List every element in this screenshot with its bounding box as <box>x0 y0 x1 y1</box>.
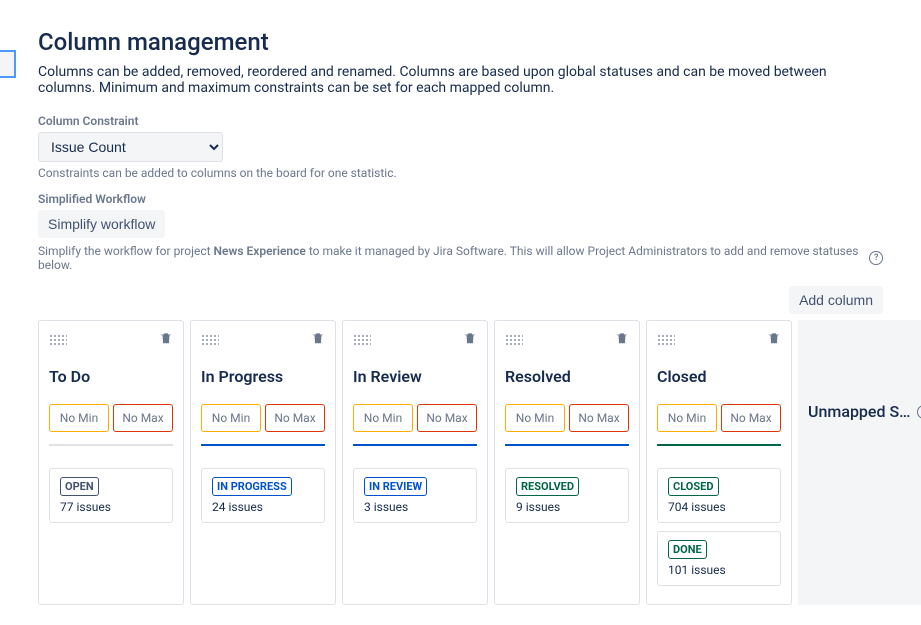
help-icon[interactable]: ? <box>869 251 883 265</box>
column-resolved[interactable]: Resolved No MinNo Max RESOLVED 9 issues <box>494 320 640 605</box>
delete-column-icon[interactable] <box>159 331 173 349</box>
min-constraint-input[interactable]: No Min <box>201 404 261 432</box>
issue-count: 77 issues <box>60 500 162 514</box>
unmapped-column: Unmapped S…? <box>798 320 921 605</box>
status-badge: IN PROGRESS <box>212 477 292 496</box>
constraint-select[interactable]: Issue Count <box>38 132 223 162</box>
drag-handle-icon[interactable] <box>353 334 371 347</box>
status-card[interactable]: DONE 101 issues <box>657 531 781 586</box>
issue-count: 9 issues <box>516 500 618 514</box>
drag-handle-icon[interactable] <box>201 334 219 347</box>
drag-handle-icon[interactable] <box>505 334 523 347</box>
issue-count: 24 issues <box>212 500 314 514</box>
selection-stub <box>0 50 16 78</box>
delete-column-icon[interactable] <box>463 331 477 349</box>
simplify-workflow-button[interactable]: Simplify workflow <box>38 210 165 238</box>
min-constraint-input[interactable]: No Min <box>49 404 109 432</box>
page-description: Columns can be added, removed, reordered… <box>38 64 878 96</box>
column-divider <box>353 444 477 446</box>
constraint-hint: Constraints can be added to columns on t… <box>38 166 883 180</box>
status-card[interactable]: RESOLVED 9 issues <box>505 468 629 523</box>
page-title: Column management <box>38 28 883 56</box>
delete-column-icon[interactable] <box>615 331 629 349</box>
min-constraint-input[interactable]: No Min <box>353 404 413 432</box>
columns-board: To DoNo MinNo MaxOPEN77 issuesIn Progres… <box>38 320 883 605</box>
drag-handle-icon[interactable] <box>49 334 67 347</box>
status-card[interactable]: OPEN 77 issues <box>49 468 173 523</box>
column-to-do[interactable]: To Do No MinNo Max OPEN 77 issues <box>38 320 184 605</box>
workflow-hint: Simplify the workflow for project News E… <box>38 244 883 272</box>
status-badge: IN REVIEW <box>364 477 427 496</box>
column-closed[interactable]: Closed No MinNo Max CLOSED 704 issues DONE 10… <box>646 320 792 605</box>
column-name[interactable]: Resolved <box>505 367 629 386</box>
status-badge: OPEN <box>60 477 99 496</box>
add-column-button[interactable]: Add column <box>789 286 883 314</box>
column-divider <box>657 444 781 446</box>
status-badge: RESOLVED <box>516 477 579 496</box>
column-name[interactable]: To Do <box>49 367 173 386</box>
constraint-label: Column Constraint <box>38 114 883 128</box>
workflow-label: Simplified Workflow <box>38 192 883 206</box>
column-name[interactable]: In Progress <box>201 367 325 386</box>
drag-handle-icon[interactable] <box>657 334 675 347</box>
status-card[interactable]: IN REVIEW 3 issues <box>353 468 477 523</box>
issue-count: 3 issues <box>364 500 466 514</box>
min-constraint-input[interactable]: No Min <box>505 404 565 432</box>
column-name[interactable]: In Review <box>353 367 477 386</box>
max-constraint-input[interactable]: No Max <box>569 404 629 432</box>
column-in-progress[interactable]: In Progress No MinNo Max IN PROGRESS 24 iss… <box>190 320 336 605</box>
status-badge: DONE <box>668 540 707 559</box>
issue-count: 101 issues <box>668 563 770 577</box>
issue-count: 704 issues <box>668 500 770 514</box>
delete-column-icon[interactable] <box>311 331 325 349</box>
delete-column-icon[interactable] <box>767 331 781 349</box>
help-icon[interactable]: ? <box>917 405 921 419</box>
status-card[interactable]: IN PROGRESS 24 issues <box>201 468 325 523</box>
max-constraint-input[interactable]: No Max <box>417 404 477 432</box>
max-constraint-input[interactable]: No Max <box>113 404 173 432</box>
min-constraint-input[interactable]: No Min <box>657 404 717 432</box>
column-divider <box>201 444 325 446</box>
column-divider <box>49 444 173 446</box>
status-badge: CLOSED <box>668 477 719 496</box>
max-constraint-input[interactable]: No Max <box>265 404 325 432</box>
column-divider <box>505 444 629 446</box>
max-constraint-input[interactable]: No Max <box>721 404 781 432</box>
column-name[interactable]: Closed <box>657 367 781 386</box>
column-in-review[interactable]: In Review No MinNo Max IN REVIEW 3 issues <box>342 320 488 605</box>
status-card[interactable]: CLOSED 704 issues <box>657 468 781 523</box>
unmapped-title: Unmapped S…? <box>808 402 921 421</box>
